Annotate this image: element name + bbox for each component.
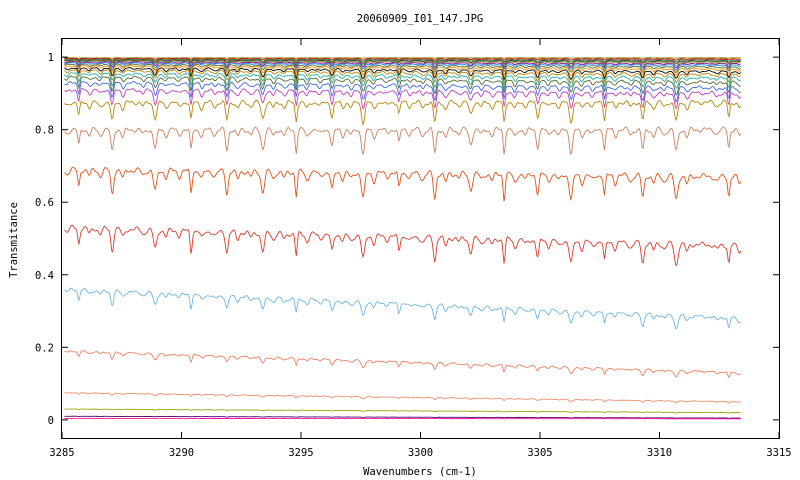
series-line <box>64 87 742 110</box>
x-tick-label: 3305 <box>527 447 552 459</box>
series-line <box>64 126 742 156</box>
y-tick-label: 0.2 <box>35 342 54 354</box>
series-line <box>64 99 742 126</box>
series-line <box>64 350 741 379</box>
series-group <box>64 57 742 420</box>
series-line <box>64 408 741 414</box>
chart-title: 20060909_I01_147.JPG <box>357 13 483 25</box>
x-tick-label: 3285 <box>49 447 74 459</box>
x-tick-label: 3300 <box>408 447 433 459</box>
x-tick-label: 3290 <box>169 447 194 459</box>
series-line <box>64 166 742 202</box>
x-axis-label: Wavenumbers (cm-1) <box>363 466 477 478</box>
y-tick-label: 0.4 <box>35 270 54 282</box>
y-tick-label: 0.6 <box>35 197 54 209</box>
y-tick-label: 0 <box>48 415 54 427</box>
x-tick-label: 3295 <box>288 447 313 459</box>
y-axis-label: Transmitance <box>8 202 20 278</box>
x-tick-label: 3315 <box>766 447 791 459</box>
y-tick-label: 1 <box>48 52 54 64</box>
plot-frame <box>61 38 780 439</box>
series-line <box>64 415 741 419</box>
series-line <box>64 287 742 330</box>
x-tick-label: 3310 <box>647 447 672 459</box>
series-line <box>64 224 742 267</box>
series-line <box>64 392 741 404</box>
spectrum-chart: 20060909_I01_147.JPG 3285 3290 3295 3300 330… <box>8 13 792 478</box>
y-tick-label: 0.8 <box>35 125 54 137</box>
